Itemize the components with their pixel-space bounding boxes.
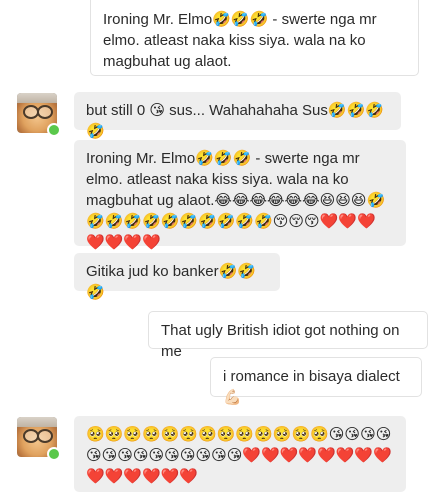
incoming-message-bubble[interactable]: but still 0 😘 sus... Wahahahaha Sus🤣🤣🤣🤣 [74, 92, 401, 140]
message-text: i romance in bisaya dialect 💪🏻 [223, 368, 400, 406]
incoming-message-bubble[interactable]: Gitika jud ko banker🤣🤣🤣 [74, 253, 280, 301]
avatar[interactable] [17, 417, 61, 461]
incoming-message-bubble[interactable]: 🥺🥺🥺🥺🥺🥺🥺🥺🥺🥺🥺🥺🥺😘😘😘😘😘😘😘😘😘😘😘😘😘😘❤️❤️❤️❤️❤️❤️❤… [74, 416, 406, 492]
online-status-icon [47, 123, 61, 137]
outgoing-message-bubble[interactable]: i romance in bisaya dialect 💪🏻 [210, 357, 422, 406]
online-status-icon [47, 447, 61, 461]
message-text: Ironing Mr. Elmo🤣🤣🤣 - swerte nga mr elmo… [103, 11, 377, 70]
message-text: Gitika jud ko banker🤣🤣🤣 [86, 263, 256, 301]
incoming-message-bubble[interactable]: Ironing Mr. Elmo🤣🤣🤣 - swerte nga mr elmo… [74, 140, 406, 251]
message-text: Ironing Mr. Elmo🤣🤣🤣 - swerte nga mr elmo… [86, 150, 386, 251]
message-text: 🥺🥺🥺🥺🥺🥺🥺🥺🥺🥺🥺🥺🥺😘😘😘😘😘😘😘😘😘😘😘😘😘😘❤️❤️❤️❤️❤️❤️❤… [86, 426, 392, 485]
message-text: but still 0 😘 sus... Wahahahaha Sus🤣🤣🤣🤣 [86, 102, 384, 140]
outgoing-message-bubble[interactable]: Ironing Mr. Elmo🤣🤣🤣 - swerte nga mr elmo… [90, 0, 419, 76]
outgoing-message-bubble[interactable]: That ugly British idiot got nothing on m… [148, 311, 428, 360]
message-text: That ugly British idiot got nothing on m… [161, 322, 400, 360]
avatar[interactable] [17, 93, 61, 137]
